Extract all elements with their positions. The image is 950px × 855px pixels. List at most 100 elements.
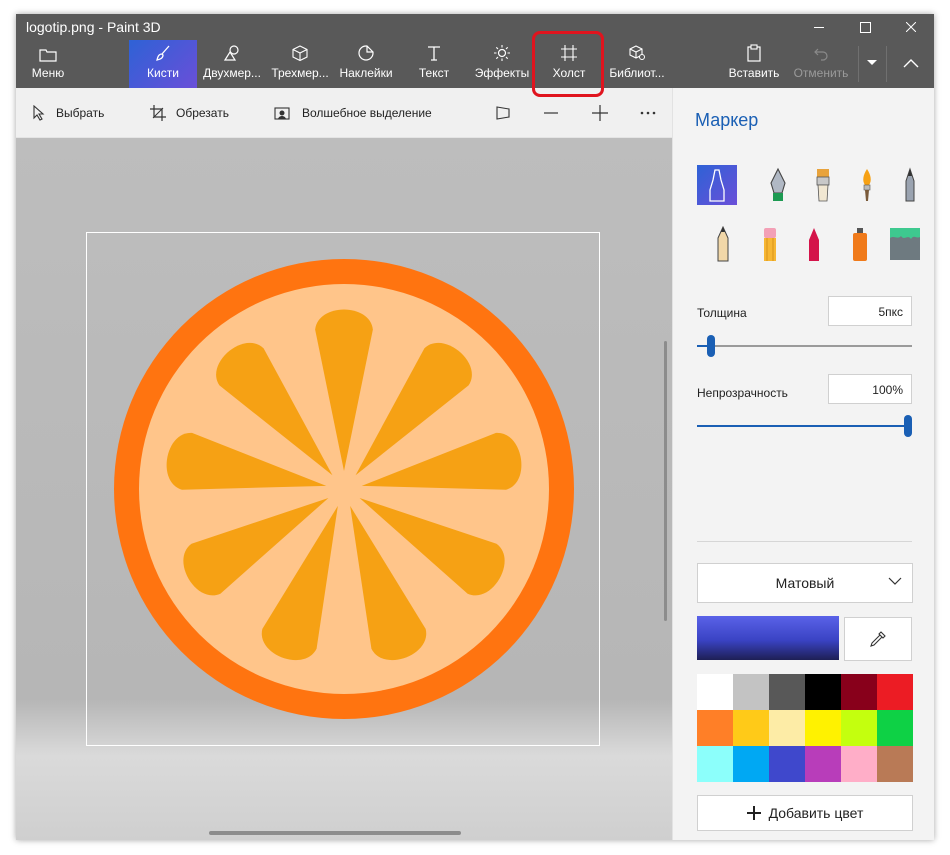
color-swatch[interactable] <box>733 746 769 782</box>
library-icon <box>628 40 646 66</box>
color-swatch[interactable] <box>805 710 841 746</box>
horizontal-scrollbar[interactable] <box>209 831 461 835</box>
color-palette <box>697 674 913 782</box>
opacity-input[interactable]: 100% <box>828 374 912 404</box>
paint3d-window: logotip.png - Paint 3D Меню Кисти Двухме… <box>16 14 934 840</box>
color-swatch[interactable] <box>733 674 769 710</box>
color-swatch[interactable] <box>805 746 841 782</box>
calligraphy-pen-brush[interactable] <box>758 165 798 205</box>
tab-2d-shapes[interactable]: Двухмер... <box>200 40 264 88</box>
vertical-scrollbar[interactable] <box>664 341 667 621</box>
close-button[interactable] <box>888 14 934 40</box>
chevron-up-icon <box>903 40 919 72</box>
color-swatch[interactable] <box>841 710 877 746</box>
2d-shapes-icon <box>223 40 241 66</box>
folder-icon <box>39 40 57 66</box>
watercolor-icon <box>863 169 871 201</box>
color-swatch[interactable] <box>697 674 733 710</box>
opacity-slider-fill <box>697 425 908 427</box>
crop-icon <box>150 105 166 121</box>
crayon-brush[interactable] <box>794 224 834 264</box>
paste-button[interactable]: Вставить <box>724 40 784 88</box>
select-tool[interactable]: Выбрать <box>32 88 104 138</box>
pencil-brush[interactable] <box>703 224 743 264</box>
tab-stickers-label: Наклейки <box>339 66 393 80</box>
undo-button[interactable]: Отменить <box>790 40 852 88</box>
more-dropdown-button[interactable] <box>859 40 885 88</box>
oil-brush[interactable] <box>803 165 843 205</box>
chevron-down-icon <box>867 40 877 70</box>
canvas-workspace[interactable] <box>16 138 672 840</box>
plus-icon <box>592 105 608 121</box>
opacity-slider[interactable] <box>697 415 912 437</box>
zoom-out-button[interactable] <box>544 88 558 138</box>
maximize-button[interactable] <box>842 14 888 40</box>
color-swatch[interactable] <box>877 746 913 782</box>
color-swatch[interactable] <box>769 746 805 782</box>
eraser-icon <box>764 228 776 261</box>
pixel-pen-brush[interactable] <box>890 165 930 205</box>
color-swatch[interactable] <box>697 710 733 746</box>
tab-canvas-label: Холст <box>552 66 586 80</box>
fill-bucket-icon <box>890 228 920 260</box>
add-color-button[interactable]: Добавить цвет <box>697 795 913 831</box>
brush-icon <box>154 40 172 66</box>
tab-effects[interactable]: Эффекты <box>472 40 532 88</box>
chevron-down-icon <box>888 577 902 585</box>
color-swatch[interactable] <box>877 674 913 710</box>
opacity-slider-thumb[interactable] <box>904 415 912 437</box>
tab-brushes-label: Кисти <box>147 66 179 80</box>
color-swatch[interactable] <box>769 674 805 710</box>
thickness-slider-thumb[interactable] <box>707 335 715 357</box>
tab-stickers[interactable]: Наклейки <box>336 40 396 88</box>
canvas-frame[interactable] <box>86 232 600 746</box>
more-options-button[interactable] <box>640 88 656 138</box>
sun-icon <box>493 40 511 66</box>
eyedropper-button[interactable] <box>844 617 912 661</box>
orange-slice-artwork <box>114 259 574 719</box>
tab-brushes[interactable]: Кисти <box>129 40 197 88</box>
watercolor-brush[interactable] <box>847 165 887 205</box>
finish-value: Матовый <box>775 575 835 591</box>
finish-dropdown[interactable]: Матовый <box>697 563 913 603</box>
color-swatch[interactable] <box>769 710 805 746</box>
color-swatch[interactable] <box>805 674 841 710</box>
fill-bucket-brush[interactable] <box>885 224 925 264</box>
opacity-label: Непрозрачность <box>697 386 788 400</box>
pointer-icon <box>33 105 45 121</box>
tab-library[interactable]: Библиот... <box>604 40 670 88</box>
color-swatch[interactable] <box>841 674 877 710</box>
color-swatch[interactable] <box>841 746 877 782</box>
tab-2d-shapes-label: Двухмер... <box>203 66 261 80</box>
magic-select-tool[interactable]: Волшебное выделение <box>274 88 432 138</box>
cube-icon <box>291 40 309 66</box>
ellipsis-icon <box>640 111 656 115</box>
thickness-slider[interactable] <box>697 335 912 357</box>
tab-3d-shapes[interactable]: Трехмер... <box>268 40 332 88</box>
thickness-input[interactable]: 5пкс <box>828 296 912 326</box>
sticker-icon <box>357 40 375 66</box>
color-swatch[interactable] <box>877 710 913 746</box>
plus-icon <box>746 806 761 820</box>
zoom-in-button[interactable] <box>592 88 608 138</box>
menu-button[interactable]: Меню <box>24 40 72 88</box>
tab-text[interactable]: Текст <box>406 40 462 88</box>
view-3d-button[interactable] <box>495 88 511 138</box>
select-label: Выбрать <box>56 106 105 120</box>
color-swatch[interactable] <box>697 746 733 782</box>
magic-select-icon <box>274 107 290 120</box>
eyedropper-icon <box>870 631 886 647</box>
spray-can-brush[interactable] <box>840 224 880 264</box>
crop-tool[interactable]: Обрезать <box>150 88 229 138</box>
canvas-icon <box>560 40 578 66</box>
minus-icon <box>544 112 558 114</box>
marker-brush[interactable] <box>697 165 737 205</box>
minimize-button[interactable] <box>796 14 842 40</box>
thickness-label: Толщина <box>697 306 747 320</box>
color-swatch[interactable] <box>733 710 769 746</box>
eraser-brush[interactable] <box>750 224 790 264</box>
tab-canvas[interactable]: Холст <box>540 40 598 88</box>
current-color-swatch[interactable] <box>697 616 839 660</box>
spray-can-icon <box>853 228 867 261</box>
collapse-ribbon-button[interactable] <box>890 40 932 88</box>
